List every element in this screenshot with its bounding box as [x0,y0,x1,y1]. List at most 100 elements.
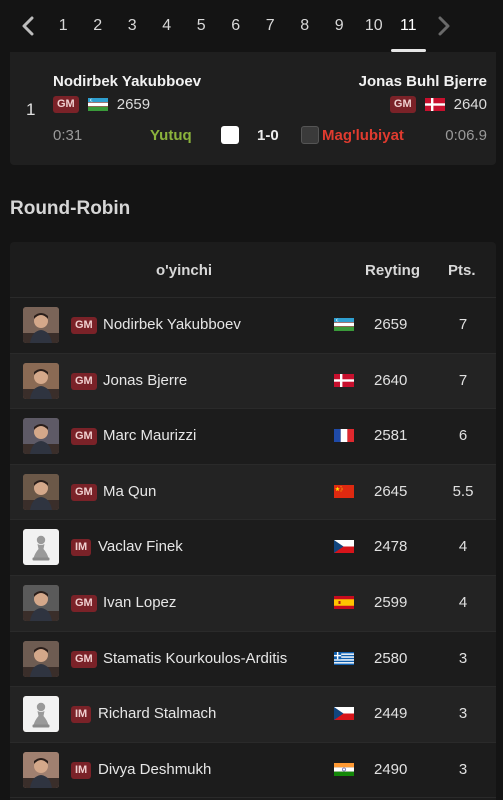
uzbekistan-flag-icon [87,98,108,111]
player-rating: 2640 [374,371,408,389]
player-avatar [23,640,59,677]
player-avatar [23,307,59,343]
title-badge: IM [71,706,92,724]
spain-flag-icon [334,595,354,609]
player-name[interactable]: Richard Stalmach [98,705,216,722]
black-player-name[interactable]: Jonas Buhl Bjerre [359,73,487,90]
pawn-avatar-icon [23,696,59,733]
india-flag-icon [334,762,354,776]
player-name[interactable]: Stamatis Kourkoulos-Arditis [103,650,287,667]
white-result: Yutuq [150,127,192,144]
uzbekistan-flag-icon [334,318,354,331]
game-index: 1 [26,100,36,119]
table-row[interactable]: GM Marc Maurizzi 2581 6 [10,409,496,465]
player-name[interactable]: Jonas Bjerre [103,372,187,389]
player-rating: 2580 [374,649,408,667]
table-row[interactable]: IM Divya Deshmukh 2490 3 [10,743,496,799]
player-name[interactable]: Nodirbek Yakubboev [103,316,241,333]
title-badge: GM [71,428,97,446]
round-tab-8[interactable]: 8 [288,0,323,52]
czechia-flag-icon [334,540,354,554]
player-rating: 2659 [374,316,408,333]
france-flag-icon [334,429,354,443]
table-row[interactable]: GM Nodirbek Yakubboev 2659 7 [10,298,496,354]
round-tab-2[interactable]: 2 [81,0,116,52]
header-player[interactable]: o'yinchi [156,262,212,279]
title-badge: GM [71,483,97,501]
denmark-flag-icon [424,98,445,111]
table-row[interactable]: GM Ma Qun 2645 5.5 [10,464,496,521]
china-flag-icon [334,484,354,498]
prev-round-button[interactable] [10,0,46,52]
game-card[interactable]: 1 Nodirbek Yakubboev Jonas Buhl Bjerre G… [10,52,496,165]
table-row[interactable]: IM Richard Stalmach 2449 3 [10,687,496,743]
table-row[interactable]: IM Vaclav Finek 2478 4 [10,520,496,576]
player-rating: 2490 [374,760,408,778]
player-name[interactable]: Marc Maurizzi [103,427,196,444]
header-rating[interactable]: Reyting [365,262,420,279]
player-points: 4 [458,593,468,611]
player-points: 6 [458,427,468,445]
title-badge: GM [71,650,97,668]
player-avatar [23,418,59,455]
table-header: o'yinchi Reyting Pts. [10,242,496,298]
header-points[interactable]: Pts. [448,262,476,279]
round-tabs: 1 2 3 4 5 6 7 8 9 10 11 [46,0,426,52]
white-player-name[interactable]: Nodirbek Yakubboev [53,73,201,90]
black-clock: 0:06.9 [445,127,487,144]
game-score: 1-0 [257,127,279,144]
player-points: 3 [458,760,468,778]
round-tab-5[interactable]: 5 [184,0,219,52]
black-piece-icon [301,126,319,144]
player-rating: 2478 [374,538,408,556]
player-avatar [23,362,59,399]
round-tab-10[interactable]: 10 [357,0,392,52]
greece-flag-icon [334,651,354,665]
title-badge: GM [53,96,79,113]
player-name[interactable]: Ivan Lopez [103,594,176,611]
table-row[interactable]: GM Ivan Lopez 2599 4 [10,575,496,632]
player-rating: 2581 [374,427,408,445]
player-avatar [23,584,59,621]
round-tab-4[interactable]: 4 [150,0,185,52]
title-badge: GM [71,594,97,612]
chevron-left-icon [22,16,34,36]
player-points: 3 [458,705,468,723]
player-points: 7 [458,316,468,333]
white-clock: 0:31 [53,127,83,144]
round-tab-1[interactable]: 1 [46,0,81,52]
player-name[interactable]: Vaclav Finek [98,538,183,555]
title-badge: GM [71,372,97,390]
pawn-avatar-icon [23,529,59,566]
table-row[interactable]: GM Jonas Bjerre 2640 7 [10,353,496,410]
player-name[interactable]: Divya Deshmukh [98,761,211,778]
section-title: Round-Robin [10,198,131,219]
title-badge: IM [71,539,92,557]
next-round-button[interactable] [426,0,462,52]
black-result: Mag'lubiyat [322,127,404,144]
table-body: GM Nodirbek Yakubboev 2659 7 GM Jonas Bjerre 2… [10,298,496,799]
round-tab-3[interactable]: 3 [115,0,150,52]
title-badge: GM [71,317,97,334]
round-tab-6[interactable]: 6 [219,0,254,52]
player-avatar [23,751,59,788]
round-tab-7[interactable]: 7 [253,0,288,52]
round-tab-9[interactable]: 9 [322,0,357,52]
player-points: 3 [458,649,468,667]
player-rating: 2449 [374,705,408,723]
player-rating: 2645 [374,482,408,500]
table-row[interactable]: GM Stamatis Kourkoulos-Arditis 2580 3 [10,632,496,688]
player-rating: 2599 [374,593,408,611]
chevron-right-icon [438,16,449,36]
black-rating: 2640 [453,96,487,113]
white-rating: 2659 [116,96,151,113]
round-tab-11[interactable]: 11 [391,0,426,52]
title-badge: GM [389,96,416,113]
player-avatar [23,473,59,510]
standings-table: o'yinchi Reyting Pts. GM Nodirbek Yakubbo… [10,242,496,800]
player-points: 7 [458,371,468,389]
player-name[interactable]: Ma Qun [103,483,156,500]
player-points: 5.5 [452,482,474,500]
denmark-flag-icon [334,373,354,387]
white-player-info: GM 2659 [53,96,150,113]
